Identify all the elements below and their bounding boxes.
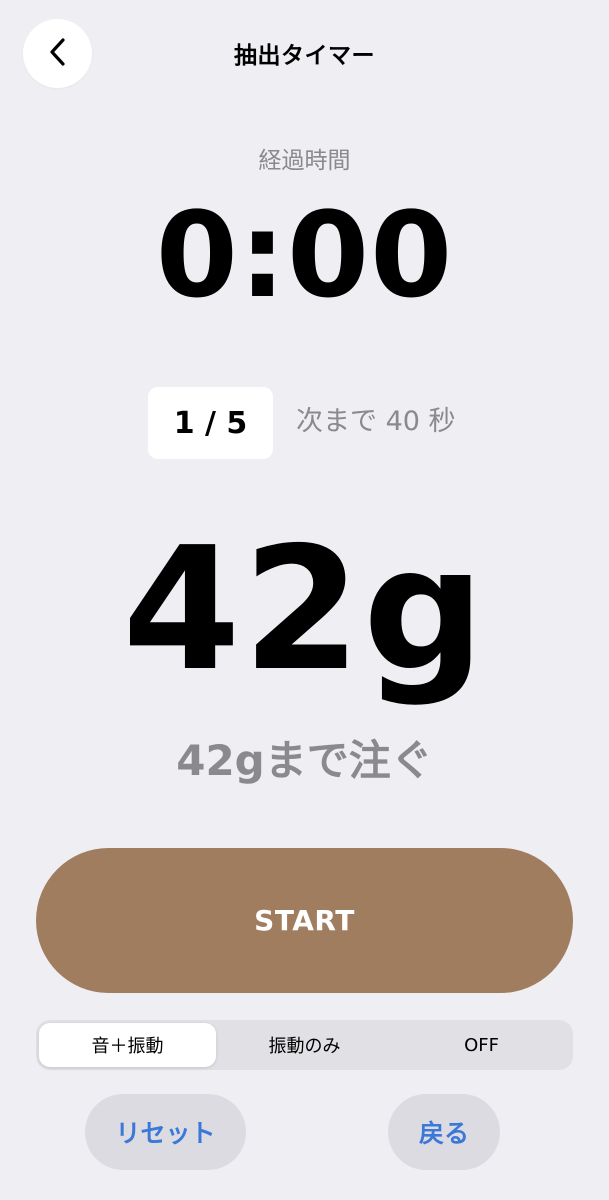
reset-button[interactable]: リセット [85, 1094, 246, 1170]
alert-mode-segmented-control: 音＋振動 振動のみ OFF [36, 1020, 573, 1070]
start-button[interactable]: START [36, 848, 573, 993]
elapsed-time-value: 0:00 [155, 186, 454, 324]
target-weight-value: 42g [122, 511, 487, 709]
page-title: 抽出タイマー [234, 43, 375, 69]
elapsed-time-label: 経過時間 [258, 148, 351, 174]
previous-step-button[interactable]: 戻る [388, 1094, 500, 1170]
next-step-countdown: 次まで 40 秒 [296, 406, 456, 437]
pour-instruction: 42gまで注ぐ [176, 736, 433, 785]
step-counter-badge: 1 / 5 [148, 387, 273, 459]
previous-step-button-label: 戻る [418, 1119, 469, 1148]
alert-mode-vibration-only[interactable]: 振動のみ [216, 1023, 393, 1067]
start-button-label: START [254, 904, 355, 937]
alert-mode-off[interactable]: OFF [393, 1023, 570, 1067]
reset-button-label: リセット [115, 1119, 216, 1148]
alert-mode-sound-vibration[interactable]: 音＋振動 [39, 1023, 216, 1067]
